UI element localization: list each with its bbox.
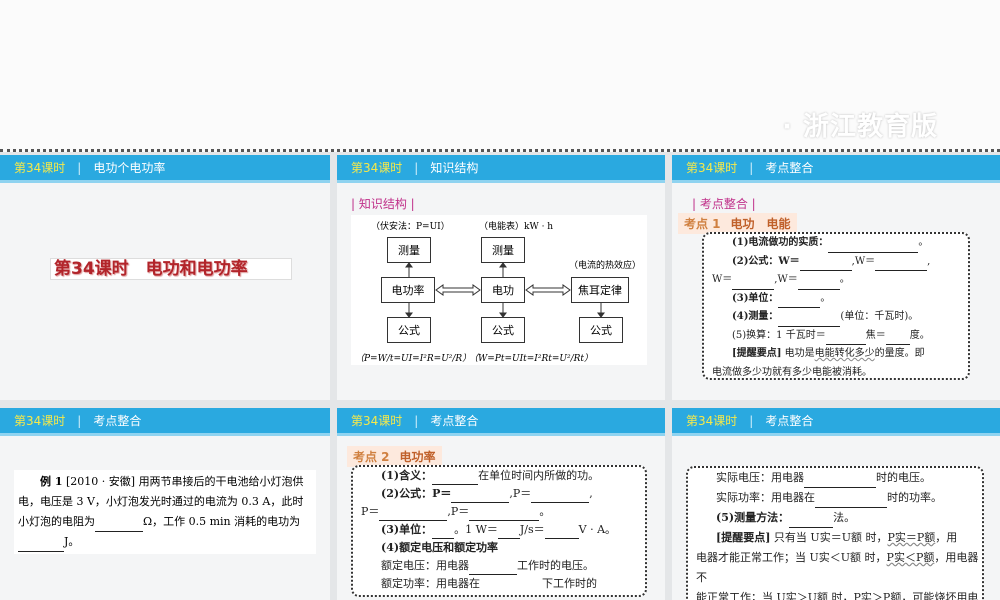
example-text: 例 1 [2010 · 安徽] 用两节串接后的干电池给小灯泡供电，电压是 3 V…	[14, 470, 316, 554]
content-box: (1)电流做功的实质：。 (2)公式：W＝ ,W＝, W＝ ,W＝。 (3)单位：。…	[702, 232, 970, 380]
diagram-label: （P=W/t=UI=I²R=U²/R）	[355, 354, 472, 364]
slide-header: 第34课时 | 知识结构	[337, 155, 665, 183]
slide-header: 第34课时 | 考点整合	[337, 408, 665, 436]
slide-thumbnail-1[interactable]: 第34课时 | 电功个电功率 第34课时 电功和电功率	[0, 155, 330, 400]
content-box: (1)含义： 在单位时间内所做的功。 (2)公式：P＝ ,P＝, P＝ ,P＝。 (3…	[351, 465, 647, 597]
course-label: 第34课时	[14, 414, 66, 428]
watermark: · 浙江教育版	[782, 112, 938, 142]
section-heading: | 知识结构 |	[351, 197, 415, 211]
slide-header: 第34课时 | 考点整合	[672, 408, 1000, 436]
slide-title: 第34课时 电功和电功率	[50, 258, 292, 280]
slide-thumbnail-2[interactable]: 第34课时 | 知识结构 | 知识结构 | （伏安法：P=UI） （电能表）kW ·…	[337, 155, 665, 400]
section-label: 考点整合	[765, 161, 814, 175]
course-label: 第34课时	[351, 414, 403, 428]
slide-header: 第34课时 | 考点整合	[0, 408, 330, 436]
slide-thumbnail-4[interactable]: 第34课时 | 考点整合 例 1 [2010 · 安徽] 用两节串接后的干电池给小灯…	[0, 408, 330, 600]
slide-thumbnail-6[interactable]: 第34课时 | 考点整合 实际电压：用电器 时的电压。 实际功率：用电器在 时的功率。 …	[672, 408, 1000, 600]
section-heading: | 考点整合 |	[692, 197, 756, 211]
section-label: 电功个电功率	[93, 161, 166, 175]
section-label: 知识结构	[430, 161, 479, 175]
rated-power-line: 额定功率：用电器在 下工作时的	[381, 577, 597, 590]
slide-thumbnail-3[interactable]: 第34课时 | 考点整合 | 考点整合 | 考点 1 电功 电能 (1)电流做功的实质…	[672, 155, 1000, 400]
slide-header: 第34课时 | 电功个电功率	[0, 155, 330, 183]
slide-header: 第34课时 | 考点整合	[672, 155, 1000, 183]
section-label: 考点整合	[93, 414, 142, 428]
top-banner: · 浙江教育版	[0, 0, 1000, 152]
knowledge-diagram: （伏安法：P=UI） （电能表）kW · h （电流的热效应） 测量 测量 电功…	[351, 215, 647, 365]
section-label: 考点整合	[430, 414, 479, 428]
course-label: 第34课时	[686, 414, 738, 428]
course-label: 第34课时	[14, 161, 66, 175]
section-label: 考点整合	[765, 414, 814, 428]
course-label: 第34课时	[686, 161, 738, 175]
slide-thumbnail-5[interactable]: 第34课时 | 考点整合 考点 2 电功率 (1)含义： 在单位时间内所做的功。 (2)…	[337, 408, 665, 600]
diagram-label: （W=Pt=UIt=I²Rt=U²/Rt）	[469, 354, 594, 364]
topic-tag: 考点 2 电功率	[347, 446, 442, 467]
topic-tag: 考点 1 电功 电能	[678, 213, 797, 234]
course-label: 第34课时	[351, 161, 403, 175]
content-box: 实际电压：用电器 时的电压。 实际功率：用电器在 时的功率。 (5)测量方法： 法。 …	[686, 466, 984, 600]
diagram-arrows	[405, 262, 605, 318]
